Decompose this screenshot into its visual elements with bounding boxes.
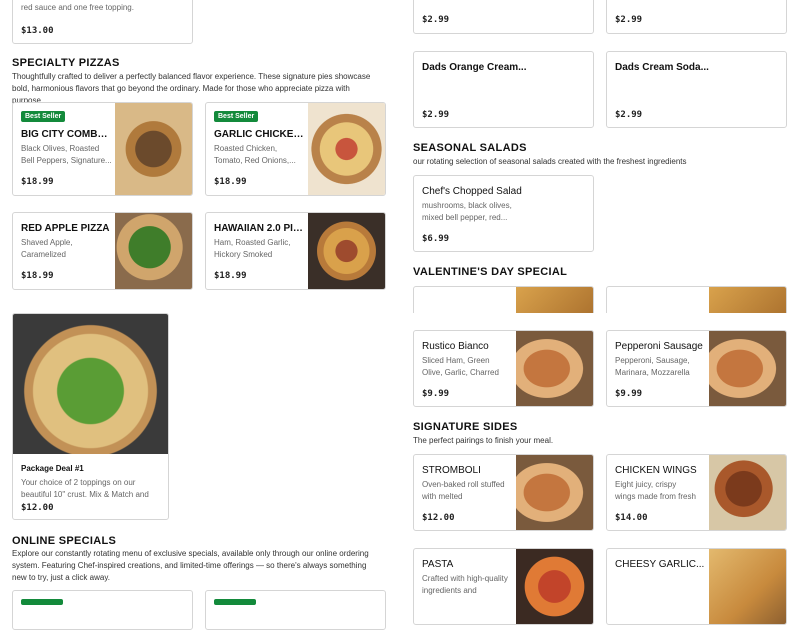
pizza-image [115,103,192,195]
item-description: Sliced Ham, Green Olive, Garlic, Charred… [422,356,499,377]
best-seller-badge: Best Seller [214,111,259,122]
valentines-carousel-partial-row [413,286,787,313]
pasta-image [516,549,593,624]
section-title-seasonal-salads: SEASONAL SALADS [413,142,527,154]
item-name: Pepperoni Sausage [615,341,703,352]
item-name: CHEESY GARLIC... [615,559,705,570]
calzone-image [516,331,593,406]
item-price: $18.99 [21,177,54,187]
item-name: Chef's Chopped Salad [422,186,522,197]
item-name: Dads Cream Soda... [615,62,709,73]
calzone-image [709,331,786,406]
package-deal-image [13,314,168,454]
section-description-signature-sides: The perfect pairings to finish your meal… [413,436,554,445]
menu-item-card-drink-1[interactable]: $2.99 [413,0,594,34]
item-price: $18.99 [214,177,247,187]
item-description: Pepperoni, Sausage, Marinara, Mozzarella [615,356,690,377]
menu-item-card-chicken-wings[interactable]: CHICKEN WINGS Eight juicy, crispy wings … [606,454,787,531]
item-price: $9.99 [615,389,643,399]
item-price: $2.99 [422,110,450,120]
item-name: Dads Orange Cream... [422,62,527,73]
item-name: STROMBOLI [422,465,481,476]
section-description-online-specials: Explore our constantly rotating menu of … [12,549,369,582]
menu-item-card-pepperoni-sausage[interactable]: Pepperoni Sausage Pepperoni, Sausage, Ma… [606,330,787,407]
item-price: $18.99 [21,271,54,281]
item-description: Eight juicy, crispy wings made from fres… [615,480,696,501]
item-description: Shaved Apple, Caramelized Onions,... [21,238,73,259]
item-name: GARLIC CHICKEN... [214,129,304,140]
menu-item-card-package-deal[interactable]: Package Deal #1 Your choice of 2 topping… [12,313,169,520]
pizza-image [115,213,192,289]
item-price: $14.00 [615,513,648,523]
menu-item-card-dads-cream-soda[interactable]: Dads Cream Soda... $2.99 [606,51,787,128]
item-price: $9.99 [422,389,450,399]
item-name: PASTA [422,559,454,570]
menu-item-card-dads-orange-cream[interactable]: Dads Orange Cream... $2.99 [413,51,594,128]
menu-item-card-partial[interactable] [413,286,594,313]
item-price: $18.99 [214,271,247,281]
item-price: $12.00 [422,513,455,523]
item-description: red sauce and one free topping. [21,3,134,12]
section-description-seasonal-salads: our rotating selection of seasonal salad… [413,157,687,166]
menu-item-card-red-apple[interactable]: RED APPLE PIZZA Shaved Apple, Caramelize… [12,212,193,290]
item-description: mushrooms, black olives, mixed bell pepp… [422,201,512,222]
menu-item-card-drink-2[interactable]: $2.99 [606,0,787,34]
item-price: $13.00 [21,26,54,36]
item-name: BIG CITY COMBO... [21,129,111,140]
item-description: Black Olives, Roasted Bell Peppers, Sign… [21,144,112,165]
item-price: $2.99 [615,110,643,120]
chicken-wings-image [709,455,786,530]
item-price: $6.99 [422,234,450,244]
item-name: Rustico Bianco [422,341,489,352]
item-description: Oven-baked roll stuffed with melted mozz… [422,480,505,501]
pizza-image [308,103,385,195]
item-price: $2.99 [615,15,643,25]
section-title-valentines-day-special: VALENTINE'S DAY SPECIAL [413,266,568,278]
section-title-online-specials: ONLINE SPECIALS [12,535,117,547]
menu-item-card-chefs-chopped-salad[interactable]: Chef's Chopped Salad mushrooms, black ol… [413,175,594,252]
item-price: $2.99 [422,15,450,25]
menu-item-card-online-special-2[interactable] [205,590,386,630]
pizza-image [308,213,385,289]
menu-item-card-online-special-1[interactable] [12,590,193,630]
best-seller-badge: Best Seller [21,111,66,122]
menu-item-card-rustico-bianco[interactable]: Rustico Bianco Sliced Ham, Green Olive, … [413,330,594,407]
section-title-specialty-pizzas: SPECIALTY PIZZAS [12,57,120,69]
item-name: RED APPLE PIZZA [21,223,110,234]
menu-item-card-top[interactable]: red sauce and one free topping. $13.00 [12,0,193,44]
menu-item-card-cheesy-garlic[interactable]: CHEESY GARLIC... [606,548,787,625]
menu-item-card-pasta[interactable]: PASTA Crafted with high-quality ingredie… [413,548,594,625]
menu-item-card-big-city-combo[interactable]: Best Seller BIG CITY COMBO... Black Oliv… [12,102,193,196]
item-description: Your choice of 2 toppings on our beautif… [21,478,149,499]
section-title-signature-sides: SIGNATURE SIDES [413,421,518,433]
item-description: Crafted with high-quality ingredients an… [422,574,508,595]
item-description: Ham, Roasted Garlic, Hickory Smoked Baco… [214,238,291,259]
item-description: Roasted Chicken, Tomato, Red Onions,... [214,144,296,165]
food-image [709,287,786,313]
food-image [516,287,593,313]
stromboli-image [516,455,593,530]
menu-item-card-garlic-chicken[interactable]: Best Seller GARLIC CHICKEN... Roasted Ch… [205,102,386,196]
menu-item-card-hawaiian[interactable]: HAWAIIAN 2.0 PIZZA Ham, Roasted Garlic, … [205,212,386,290]
garlic-bread-image [709,549,786,624]
item-name: HAWAIIAN 2.0 PIZZA [214,223,306,234]
item-price: $12.00 [21,503,54,513]
item-name: Package Deal #1 [21,464,84,473]
item-name: CHICKEN WINGS [615,465,697,476]
menu-item-card-partial[interactable] [606,286,787,313]
menu-item-card-stromboli[interactable]: STROMBOLI Oven-baked roll stuffed with m… [413,454,594,531]
